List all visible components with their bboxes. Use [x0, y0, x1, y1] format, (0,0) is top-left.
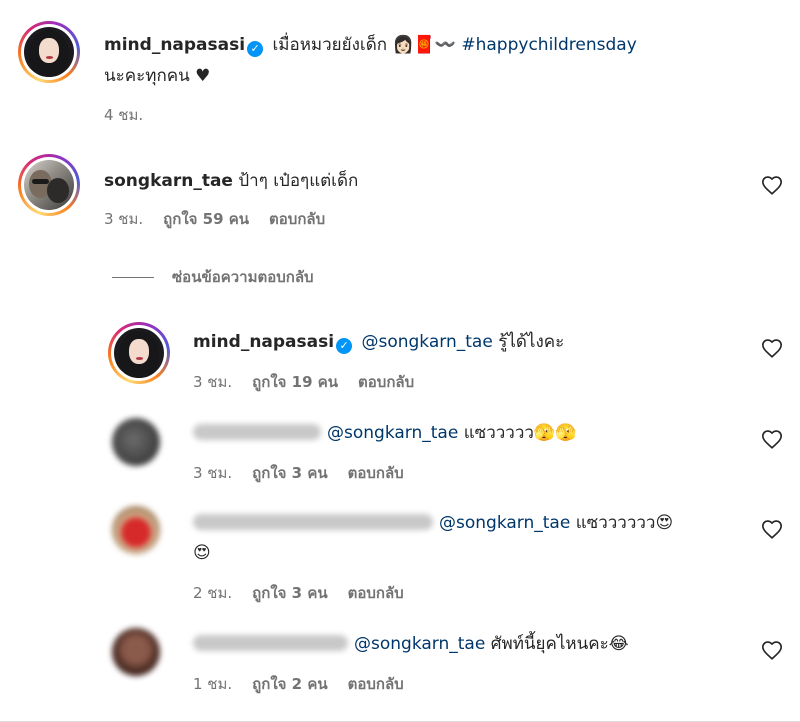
caption-hashtag-link[interactable]: #happychildrensday [461, 35, 636, 55]
reply-body: ศัพท์นี้ยุคไหนคะ😂 [490, 634, 629, 654]
reply-meta: 3 ชม. ถูกใจ 3 คน ตอบกลับ [193, 463, 424, 483]
caption-text: เมื่อหมวยยังเด็ก [272, 35, 388, 55]
like-heart-icon[interactable] [761, 519, 783, 541]
hide-replies-button[interactable]: ซ่อนข้อความตอบกลับ [112, 265, 314, 289]
reply-username-hidden[interactable] [193, 424, 321, 440]
reply-text: @songkarn_tae แซวววววว😍 [193, 511, 673, 535]
reply-reply-button[interactable]: ตอบกลับ [348, 464, 404, 482]
hide-replies-label: ซ่อนข้อความตอบกลับ [172, 268, 314, 286]
comment-text: songkarn_tae ป้าๆ เป๋อๆแต่เด็ก [104, 169, 358, 193]
reply-reply-button[interactable]: ตอบกลับ [348, 584, 404, 602]
reply-time[interactable]: 3 ชม. [193, 373, 232, 391]
reply-mention-link[interactable]: @songkarn_tae [354, 634, 485, 654]
reply-avatar[interactable] [112, 506, 160, 554]
reply-text: @songkarn_tae ศัพท์นี้ยุคไหนคะ😂 [193, 632, 629, 656]
reply-username-hidden[interactable] [193, 514, 433, 530]
post-author-username[interactable]: mind_napasasi [104, 35, 245, 55]
reply-avatar[interactable] [112, 628, 160, 676]
comment-body: ป้าๆ เป๋อๆแต่เด็ก [238, 171, 359, 191]
like-heart-icon[interactable] [761, 429, 783, 451]
reply-text-line-2: 😍 [193, 543, 211, 563]
reply-likes-link[interactable]: ถูกใจ 3 คน [252, 464, 327, 482]
like-heart-icon[interactable] [761, 338, 783, 360]
divider-line [112, 277, 154, 278]
comment-reply-button[interactable]: ตอบกลับ [269, 210, 325, 228]
post-caption: mind_napasasi ✓ เมื่อหมวยยังเด็ก 👩🏻🧧〰️ #h… [104, 33, 637, 57]
reply-username-hidden[interactable] [193, 635, 348, 651]
caption-emojis: 👩🏻🧧〰️ [392, 35, 456, 55]
reply-text: mind_napasasi ✓ @songkarn_tae รู้ได้ไงคะ [193, 330, 564, 354]
reply-time[interactable]: 3 ชม. [193, 464, 232, 482]
reply-meta: 2 ชม. ถูกใจ 3 คน ตอบกลับ [193, 583, 424, 603]
reply-time[interactable]: 1 ชม. [193, 675, 232, 693]
verified-badge-icon: ✓ [247, 41, 264, 57]
comment-avatar[interactable] [18, 154, 80, 216]
reply-avatar[interactable] [108, 322, 170, 384]
reply-body: แซวววววว😍 [575, 513, 674, 533]
reply-reply-button[interactable]: ตอบกลับ [358, 373, 414, 391]
post-time: 4 ชม. [104, 105, 163, 125]
reply-meta: 3 ชม. ถูกใจ 19 คน ตอบกลับ [193, 372, 434, 392]
comment-likes-link[interactable]: ถูกใจ 59 คน [163, 210, 249, 228]
verified-badge-icon: ✓ [336, 338, 353, 354]
reply-likes-link[interactable]: ถูกใจ 19 คน [252, 373, 338, 391]
caption-line-2: นะคะทุกคน ♥ [104, 66, 211, 86]
reply-time[interactable]: 2 ชม. [193, 584, 232, 602]
reply-username[interactable]: mind_napasasi [193, 332, 334, 352]
comments-panel: mind_napasasi ✓ เมื่อหมวยยังเด็ก 👩🏻🧧〰️ #h… [0, 0, 800, 722]
reply-mention-link[interactable]: @songkarn_tae [361, 332, 492, 352]
reply-text: @songkarn_tae แซววววว🫣🫣 [193, 421, 576, 445]
reply-avatar[interactable] [112, 418, 160, 466]
comment-meta: 3 ชม. ถูกใจ 59 คน ตอบกลับ [104, 209, 345, 229]
like-heart-icon[interactable] [761, 175, 783, 197]
reply-reply-button[interactable]: ตอบกลับ [348, 675, 404, 693]
like-heart-icon[interactable] [761, 640, 783, 662]
reply-body: แซววววว🫣🫣 [463, 423, 577, 443]
post-timestamp[interactable]: 4 ชม. [104, 106, 143, 124]
reply-likes-link[interactable]: ถูกใจ 3 คน [252, 584, 327, 602]
comment-time[interactable]: 3 ชม. [104, 210, 143, 228]
reply-meta: 1 ชม. ถูกใจ 2 คน ตอบกลับ [193, 674, 424, 694]
reply-mention-link[interactable]: @songkarn_tae [327, 423, 458, 443]
comment-username[interactable]: songkarn_tae [104, 171, 233, 191]
reply-body: รู้ได้ไงคะ [498, 332, 565, 352]
reply-likes-link[interactable]: ถูกใจ 2 คน [252, 675, 327, 693]
post-author-avatar[interactable] [18, 21, 80, 83]
reply-mention-link[interactable]: @songkarn_tae [439, 513, 570, 533]
